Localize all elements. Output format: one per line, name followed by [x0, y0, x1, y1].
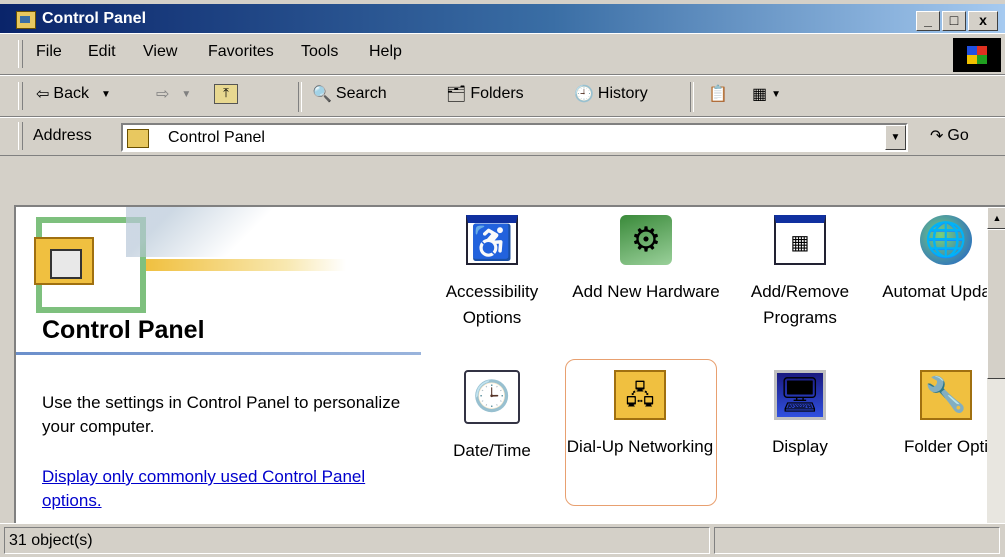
scroll-up-button[interactable]: ▲ — [987, 207, 1005, 229]
item-label: Dial-Up Networking — [566, 437, 714, 456]
address-value: Control Panel — [168, 129, 265, 146]
status-object-count: 31 object(s) — [4, 527, 710, 554]
status-zone — [714, 527, 1000, 554]
item-label: Display — [772, 437, 828, 456]
history-button[interactable]: 🕘 History — [574, 84, 648, 104]
back-button[interactable]: ⇦ Back ▼ — [36, 84, 111, 104]
views-icon: ▦ — [752, 86, 768, 103]
display-item[interactable]: 🖥 Display — [725, 370, 875, 460]
control-panel-folder-icon — [34, 237, 94, 285]
minimize-button[interactable]: _ — [916, 11, 940, 31]
maximize-button[interactable]: □ — [942, 11, 966, 31]
search-label: Search — [335, 85, 387, 102]
menu-help[interactable]: Help — [369, 43, 402, 61]
dial-up-networking-item[interactable]: 🖧 Dial-Up Networking — [565, 370, 715, 460]
move-to-button[interactable]: 📋 — [708, 84, 728, 104]
address-dropdown-button[interactable]: ▼ — [885, 125, 906, 150]
info-pane: Control Panel Use the settings in Contro… — [16, 207, 421, 523]
menu-favorites[interactable]: Favorites — [208, 43, 274, 61]
menu-bar: File Edit View Favorites Tools Help — [0, 33, 1005, 75]
folders-icon: 🗂 — [446, 86, 467, 103]
toolbar-grip[interactable] — [18, 82, 23, 110]
windows-logo — [953, 38, 1001, 72]
date-time-item[interactable]: 🕒 Date/Time — [417, 370, 567, 464]
vertical-scrollbar[interactable]: ▲ — [987, 207, 1005, 523]
display-icon: 🖥 — [774, 370, 826, 420]
dial-up-networking-icon: 🖧 — [614, 370, 666, 420]
forward-arrow-icon: ⇨ — [156, 86, 170, 103]
menu-edit[interactable]: Edit — [88, 43, 116, 61]
add-new-hardware-item[interactable]: ⚙ Add New Hardware — [571, 215, 721, 305]
folder-options-item[interactable]: 🔧 Folder Opti — [871, 370, 1005, 460]
go-arrow-icon: ↷ — [930, 128, 944, 145]
toolbar-spacer — [0, 156, 1005, 205]
up-folder-icon: ⤒ — [214, 84, 238, 104]
item-label: Automat Update: — [882, 282, 1005, 301]
item-label: Add New Hardware — [572, 282, 720, 301]
pane-divider — [16, 352, 421, 355]
back-arrow-icon: ⇦ — [36, 86, 50, 103]
header-art-stripe-yellow — [146, 259, 346, 271]
address-grip[interactable] — [18, 122, 23, 150]
add-remove-programs-item[interactable]: ▦ Add/Remove Programs — [725, 215, 875, 331]
add-remove-programs-icon: ▦ — [774, 215, 826, 265]
back-label: Back — [53, 85, 89, 102]
up-folder-button[interactable]: ⤒ — [214, 84, 238, 104]
menu-file[interactable]: File — [36, 43, 62, 61]
folders-button[interactable]: 🗂 Folders — [446, 84, 524, 104]
go-label: Go — [947, 127, 969, 144]
automatic-updates-icon: 🌐 — [920, 215, 972, 265]
hardware-icon: ⚙ — [620, 215, 672, 265]
go-button[interactable]: ↷ Go — [930, 126, 969, 146]
forward-button[interactable]: ⇨ ▼ — [156, 84, 191, 104]
address-bar: Address Control Panel ▼ ↷ Go — [0, 117, 1005, 156]
folders-label: Folders — [470, 85, 524, 102]
pane-description: Use the settings in Control Panel to per… — [42, 393, 401, 436]
status-bar: 31 object(s) — [0, 523, 1005, 557]
views-dropdown-icon[interactable]: ▼ — [771, 89, 781, 100]
close-button[interactable]: x — [968, 11, 998, 31]
accessibility-options-item[interactable]: ♿ Accessibility Options — [417, 215, 567, 331]
menu-grip[interactable] — [18, 40, 23, 68]
address-label: Address — [33, 127, 92, 144]
accessibility-icon: ♿ — [466, 215, 518, 265]
item-label: Date/Time — [453, 441, 531, 460]
control-panel-icon — [127, 129, 149, 148]
address-input[interactable]: Control Panel ▼ — [121, 123, 908, 152]
automatic-updates-item[interactable]: 🌐 Automat Update: — [871, 215, 1005, 305]
content-area: Control Panel Use the settings in Contro… — [14, 205, 1005, 523]
history-label: History — [597, 85, 648, 102]
window-title: Control Panel — [42, 10, 147, 27]
toolbar-separator — [298, 82, 302, 112]
back-dropdown-icon[interactable]: ▼ — [101, 89, 111, 100]
title-bar[interactable]: Control Panel _ □ x — [0, 0, 1005, 33]
menu-view[interactable]: View — [143, 43, 177, 61]
move-to-icon: 📋 — [708, 86, 728, 103]
folder-options-icon: 🔧 — [920, 370, 972, 420]
item-label: Add/Remove Programs — [750, 282, 850, 327]
common-options-link[interactable]: Display only commonly used Control Panel… — [42, 465, 402, 513]
views-button[interactable]: ▦ ▼ — [752, 84, 781, 104]
item-label: Accessibility Options — [445, 282, 539, 327]
toolbar-separator — [690, 82, 694, 112]
date-time-icon: 🕒 — [464, 370, 520, 424]
item-label: Folder Opti — [903, 437, 989, 456]
search-icon: 🔍 — [312, 86, 332, 103]
history-icon: 🕘 — [574, 86, 594, 103]
forward-dropdown-icon[interactable]: ▼ — [181, 89, 191, 100]
search-button[interactable]: 🔍 Search — [312, 84, 387, 104]
control-panel-icon — [16, 11, 36, 29]
header-art-stripes — [126, 207, 326, 257]
toolbar: ⇦ Back ▼ ⇨ ▼ ⤒ 🔍 Search 🗂 Folders 🕘 Hist… — [0, 75, 1005, 117]
scroll-thumb[interactable] — [987, 229, 1005, 379]
menu-tools[interactable]: Tools — [301, 43, 338, 61]
pane-title: Control Panel — [42, 316, 205, 344]
